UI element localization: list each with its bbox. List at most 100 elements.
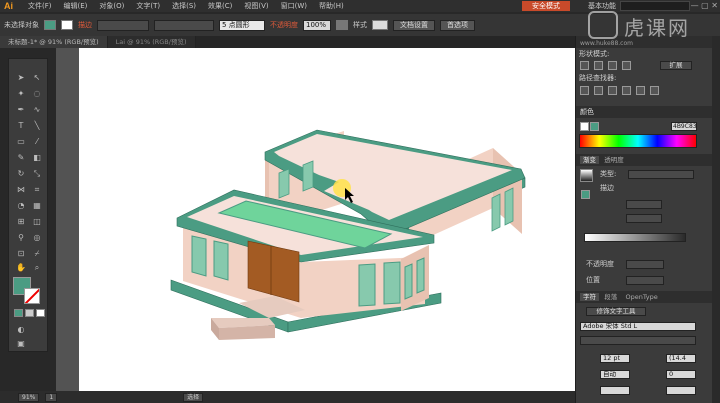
- document-setup-button[interactable]: 文档设置: [393, 19, 435, 31]
- outline-icon[interactable]: [636, 86, 645, 95]
- rotate-tool-icon[interactable]: ↻: [15, 169, 27, 179]
- menu-type[interactable]: 文字(T): [130, 0, 166, 12]
- paintbrush-tool-icon[interactable]: ⁄: [31, 137, 43, 147]
- mesh-tool-icon[interactable]: ⊞: [15, 217, 27, 227]
- minus-back-icon[interactable]: [650, 86, 659, 95]
- direct-selection-tool-icon[interactable]: ↖: [31, 73, 43, 83]
- draw-mode-icon[interactable]: ◐: [15, 325, 27, 335]
- building-illustration[interactable]: [79, 48, 575, 391]
- character-panel-header[interactable]: 字符 段落 OpenType: [576, 291, 720, 303]
- tab-lai[interactable]: Lai @ 91% (RGB/预览): [107, 36, 196, 48]
- gradient-preview-swatch[interactable]: [580, 169, 593, 182]
- exclude-icon[interactable]: [622, 61, 631, 70]
- variable-width-dropdown[interactable]: [154, 19, 214, 31]
- menu-effect[interactable]: 效果(C): [202, 0, 238, 12]
- screen-mode-icon[interactable]: ▣: [15, 339, 27, 349]
- stroke-weight-dropdown[interactable]: [97, 19, 149, 31]
- touch-type-tool-button[interactable]: 修饰文字工具: [586, 307, 646, 316]
- opacity-field[interactable]: 100%: [303, 19, 331, 31]
- slice-tool-icon[interactable]: ⌿: [31, 249, 43, 259]
- gradient-panel-header[interactable]: 渐变 透明度: [576, 154, 720, 166]
- lasso-tool-icon[interactable]: ◌: [31, 89, 43, 99]
- tab-opentype[interactable]: OpenType: [622, 293, 660, 301]
- fill-color-swatch[interactable]: [44, 20, 56, 30]
- gradient-fill-swatch[interactable]: [581, 190, 590, 199]
- menu-view[interactable]: 视图(V): [238, 0, 274, 12]
- divide-icon[interactable]: [580, 86, 589, 95]
- artboard[interactable]: [79, 48, 575, 391]
- recolor-icon[interactable]: [336, 20, 348, 30]
- hand-tool-icon[interactable]: ✋: [15, 263, 27, 273]
- hex-input[interactable]: 4B9C83: [671, 122, 697, 131]
- unite-icon[interactable]: [580, 61, 589, 70]
- free-transform-tool-icon[interactable]: ⌗: [31, 185, 43, 195]
- vertical-scale-field[interactable]: [600, 386, 630, 395]
- gradient-aspect-field[interactable]: [626, 214, 662, 223]
- window-controls[interactable]: — ▢ ✕: [691, 0, 718, 12]
- pen-tool-icon[interactable]: ✒: [15, 105, 27, 115]
- artboard-nav[interactable]: 1: [45, 392, 58, 402]
- gradient-opacity-field[interactable]: [626, 260, 664, 269]
- menu-help[interactable]: 帮助(H): [313, 0, 350, 12]
- expand-button[interactable]: 扩展: [660, 61, 692, 70]
- stroke-color-swatch[interactable]: [24, 288, 40, 304]
- pencil-tool-icon[interactable]: ✎: [15, 153, 27, 163]
- stroke-color-swatch[interactable]: [61, 20, 73, 30]
- tracking-field[interactable]: 0: [666, 370, 696, 379]
- tab-gradient[interactable]: 渐变: [580, 156, 599, 164]
- opacity-label[interactable]: 不透明度: [270, 20, 298, 30]
- preferences-button[interactable]: 首选项: [440, 19, 475, 31]
- leading-field[interactable]: (14.4: [666, 354, 696, 363]
- gradient-mode-button[interactable]: [25, 309, 34, 317]
- line-tool-icon[interactable]: ╲: [31, 121, 43, 131]
- zoom-field[interactable]: 91%: [18, 392, 40, 402]
- shape-builder-tool-icon[interactable]: ◔: [15, 201, 27, 211]
- none-mode-button[interactable]: [36, 309, 45, 317]
- menu-file[interactable]: 文件(F): [22, 0, 58, 12]
- search-input[interactable]: [620, 1, 690, 11]
- gradient-type-dropdown[interactable]: [628, 170, 694, 179]
- curvature-tool-icon[interactable]: ∿: [31, 105, 43, 115]
- menu-edit[interactable]: 编辑(E): [58, 0, 94, 12]
- stroke-label[interactable]: 描边: [78, 20, 92, 30]
- font-style-dropdown[interactable]: [580, 336, 696, 345]
- font-family-dropdown[interactable]: Adobe 宋体 Std L: [580, 322, 696, 331]
- graphic-style-swatch[interactable]: [372, 20, 388, 30]
- blend-tool-icon[interactable]: ◎: [31, 233, 43, 243]
- eraser-tool-icon[interactable]: ◧: [31, 153, 43, 163]
- width-tool-icon[interactable]: ⋈: [15, 185, 27, 195]
- menu-window[interactable]: 窗口(W): [275, 0, 313, 12]
- menu-select[interactable]: 选择(S): [166, 0, 202, 12]
- color-panel-header[interactable]: 颜色: [576, 106, 720, 118]
- workspace-switcher[interactable]: 基本功能: [588, 1, 616, 11]
- none-swatch[interactable]: [580, 122, 589, 131]
- selection-tool-icon[interactable]: ➤: [15, 73, 27, 83]
- intersect-icon[interactable]: [608, 61, 617, 70]
- safe-mode-button[interactable]: 安全模式: [522, 1, 570, 11]
- panel-collapse-strip[interactable]: [712, 36, 720, 403]
- minus-front-icon[interactable]: [594, 61, 603, 70]
- color-mode-button[interactable]: [14, 309, 23, 317]
- font-size-field[interactable]: 12 pt: [600, 354, 630, 363]
- tab-color[interactable]: 颜色: [580, 108, 594, 116]
- tab-paragraph[interactable]: 段落: [601, 293, 620, 301]
- gradient-position-field[interactable]: [626, 276, 664, 285]
- kerning-field[interactable]: 自动: [600, 370, 630, 379]
- merge-icon[interactable]: [608, 86, 617, 95]
- type-tool-icon[interactable]: T: [15, 121, 27, 131]
- gradient-slider[interactable]: [584, 233, 686, 242]
- gradient-angle-field[interactable]: [626, 200, 662, 209]
- tab-untitled-1[interactable]: 未标题-1* @ 91% (RGB/预览): [0, 36, 108, 48]
- zoom-tool-icon[interactable]: ⌕: [31, 263, 43, 273]
- horizontal-scale-field[interactable]: [666, 386, 696, 395]
- menu-object[interactable]: 对象(O): [93, 0, 130, 12]
- current-color-swatch[interactable]: [590, 122, 599, 131]
- perspective-grid-tool-icon[interactable]: ▦: [31, 201, 43, 211]
- tab-transparency[interactable]: 透明度: [601, 156, 627, 164]
- scale-tool-icon[interactable]: ⤡: [31, 169, 43, 179]
- color-spectrum[interactable]: [579, 134, 697, 148]
- tab-character[interactable]: 字符: [580, 293, 599, 301]
- pathfinder-panel-header[interactable]: [576, 36, 720, 48]
- canvas-area[interactable]: [56, 48, 575, 391]
- gradient-tool-icon[interactable]: ◫: [31, 217, 43, 227]
